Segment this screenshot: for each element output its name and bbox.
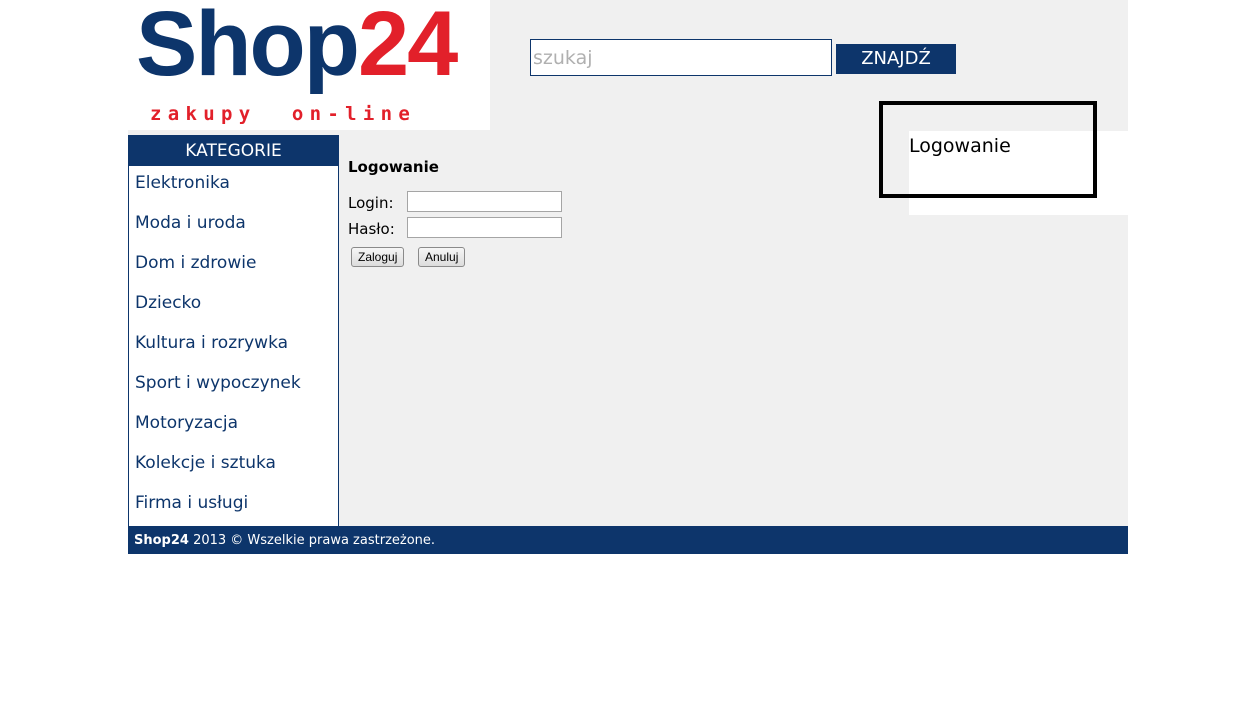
- password-label: Hasło:: [348, 220, 395, 238]
- login-widget: Logowanie: [909, 131, 1128, 215]
- password-field[interactable]: [407, 217, 562, 238]
- category-list: Elektronika Moda i uroda Dom i zdrowie D…: [129, 166, 338, 526]
- logo-title-24: 24: [357, 0, 458, 95]
- sidebar-header: KATEGORIE: [128, 135, 339, 166]
- login-widget-title[interactable]: Logowanie: [909, 135, 1011, 157]
- sidebar-item-firma-i-uslugi[interactable]: Firma i usługi: [129, 486, 338, 526]
- search-button[interactable]: ZNAJDŹ: [836, 44, 956, 74]
- sidebar-item-dom-i-zdrowie[interactable]: Dom i zdrowie: [129, 246, 338, 286]
- category-sidebar: KATEGORIE Elektronika Moda i uroda Dom i…: [128, 135, 339, 526]
- login-row: Login:: [348, 191, 562, 217]
- sidebar-item-elektronika[interactable]: Elektronika: [129, 166, 338, 206]
- login-field[interactable]: [407, 191, 562, 212]
- login-form: Logowanie Login: Hasło: Zaloguj Anuluj: [348, 158, 562, 269]
- page-title: Logowanie: [348, 158, 439, 176]
- footer: Shop24 2013 © Wszelkie prawa zastrzeżone…: [128, 526, 1128, 554]
- logo-title-shop: Shop: [136, 0, 360, 95]
- site-logo[interactable]: Shop24 zakupy on-line: [128, 0, 490, 130]
- sidebar-item-kolekcje-i-sztuka[interactable]: Kolekcje i sztuka: [129, 446, 338, 486]
- footer-copyright: 2013 © Wszelkie prawa zastrzeżone.: [188, 533, 436, 548]
- sidebar-item-dziecko[interactable]: Dziecko: [129, 286, 338, 326]
- logo-title: Shop24: [136, 0, 458, 95]
- login-button[interactable]: Zaloguj: [351, 247, 405, 267]
- sidebar-item-motoryzacja[interactable]: Motoryzacja: [129, 406, 338, 446]
- footer-brand: Shop24: [134, 533, 189, 548]
- form-buttons: Zaloguj Anuluj: [348, 247, 466, 269]
- password-row: Hasło:: [348, 217, 562, 243]
- logo-tagline: zakupy on-line: [150, 103, 417, 125]
- sidebar-item-kultura-i-rozrywka[interactable]: Kultura i rozrywka: [129, 326, 338, 366]
- cancel-button[interactable]: Anuluj: [418, 247, 466, 267]
- page-container: Shop24 zakupy on-line ZNAJDŹ Logowanie K…: [128, 0, 1128, 554]
- search-input[interactable]: [530, 39, 832, 76]
- sidebar-item-sport-i-wypoczynek[interactable]: Sport i wypoczynek: [129, 366, 338, 406]
- login-label: Login:: [348, 194, 394, 212]
- sidebar-item-moda-i-uroda[interactable]: Moda i uroda: [129, 206, 338, 246]
